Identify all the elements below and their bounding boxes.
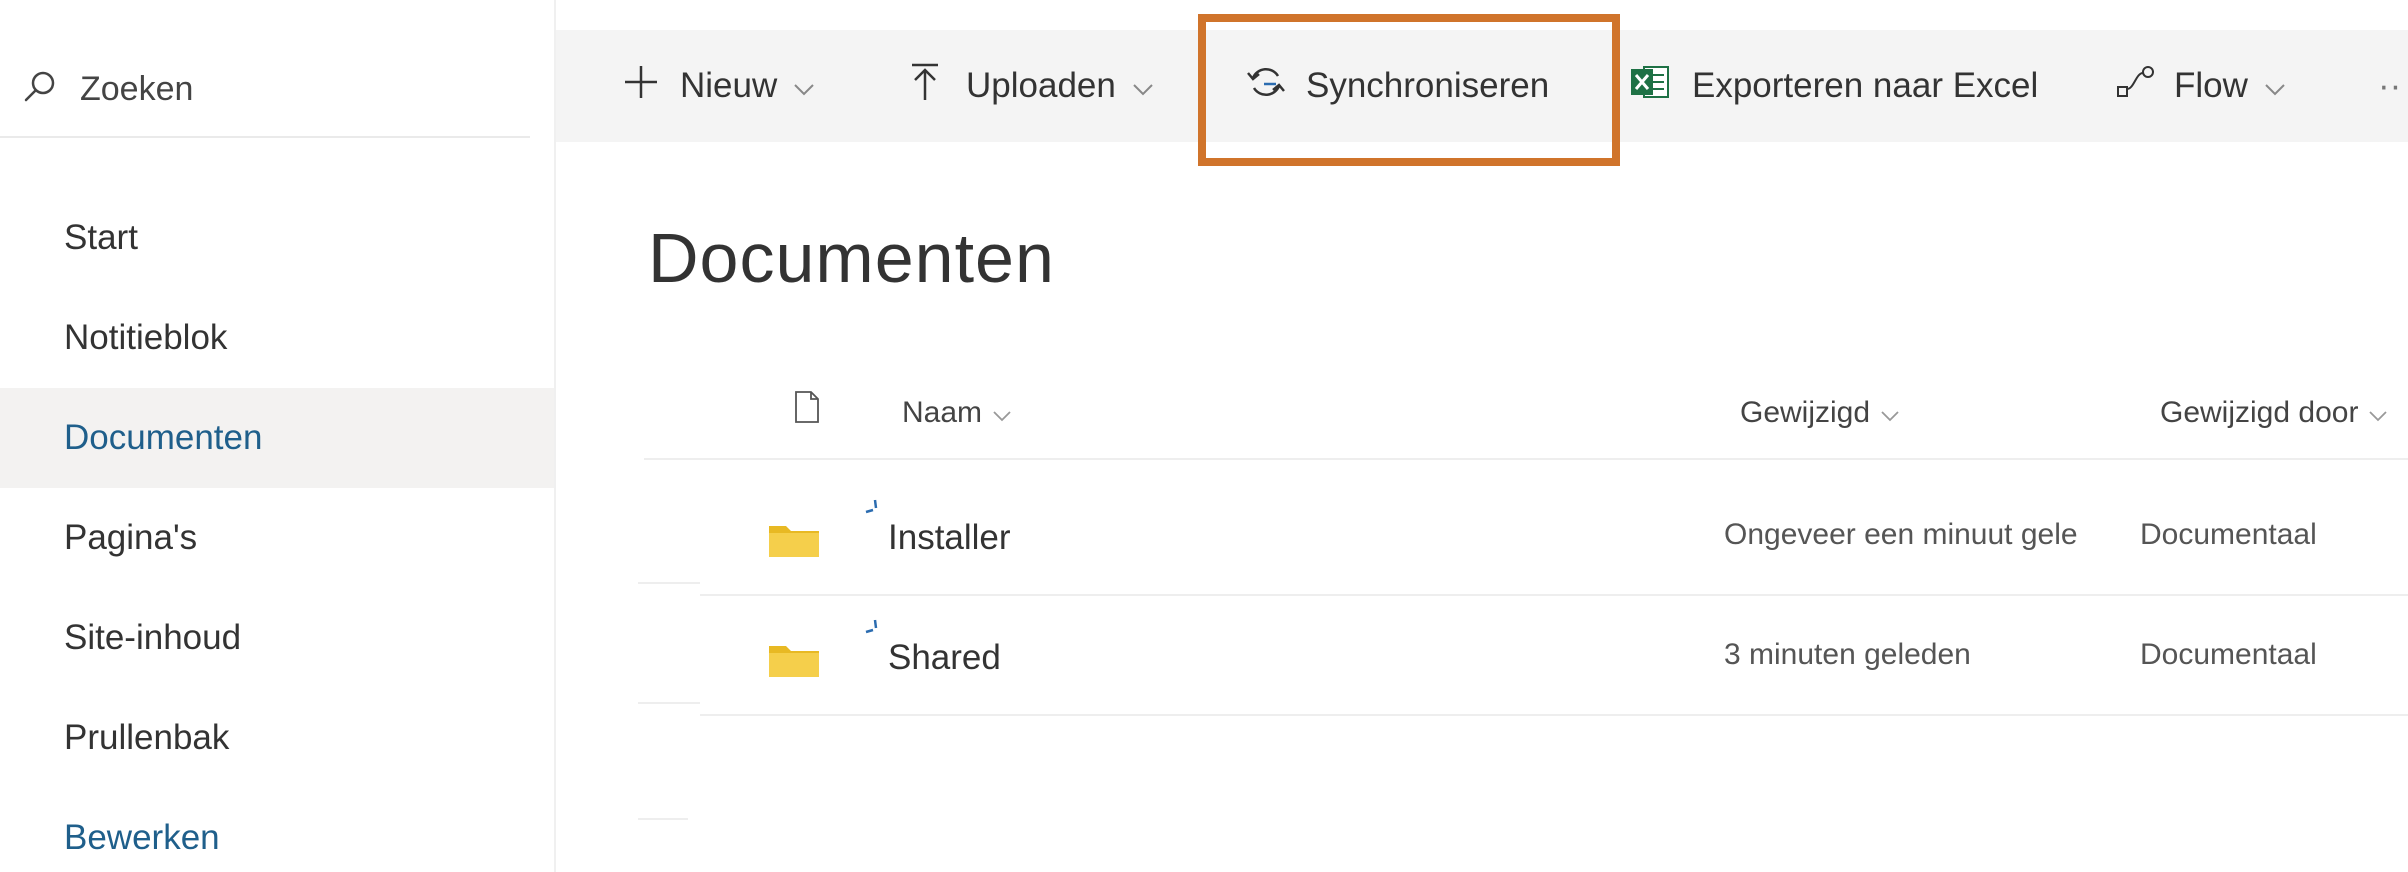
column-modified-by-label: Gewijzigd door bbox=[2160, 396, 2359, 429]
folder-icon bbox=[768, 520, 820, 563]
file-type-icon[interactable] bbox=[794, 390, 820, 424]
table-row[interactable]: Installer Ongeveer een minuut gele Docum… bbox=[700, 478, 2408, 596]
new-button[interactable]: Nieuw bbox=[622, 63, 815, 110]
file-modified: Ongeveer een minuut gele bbox=[1724, 518, 2078, 551]
upload-label: Uploaden bbox=[966, 66, 1116, 105]
chevron-down-icon bbox=[793, 66, 815, 106]
column-modified-by[interactable]: Gewijzigd door bbox=[2160, 396, 2388, 430]
nav-list: Start Notitieblok Documenten Pagina's Si… bbox=[0, 188, 554, 872]
sync-highlight-box bbox=[1198, 14, 1620, 166]
excel-icon bbox=[1630, 63, 1670, 110]
file-modified: 3 minuten geleden bbox=[1724, 638, 1971, 671]
left-navigation: Zoeken Start Notitieblok Documenten Pagi… bbox=[0, 0, 554, 872]
column-modified[interactable]: Gewijzigd bbox=[1740, 396, 1900, 430]
nav-item-start[interactable]: Start bbox=[0, 188, 554, 288]
nav-item-paginas[interactable]: Pagina's bbox=[0, 488, 554, 588]
chevron-down-icon bbox=[1880, 396, 1900, 430]
file-modified-by: Documentaal bbox=[2140, 518, 2317, 551]
column-header-row: Naam Gewijzigd Gewijzigd door bbox=[644, 376, 2408, 460]
chevron-down-icon bbox=[1132, 66, 1154, 106]
nav-item-documenten[interactable]: Documenten bbox=[0, 388, 554, 488]
file-modified-by: Documentaal bbox=[2140, 638, 2317, 671]
chevron-down-icon bbox=[2264, 66, 2286, 106]
nav-item-bewerken[interactable]: Bewerken bbox=[0, 788, 554, 872]
upload-icon bbox=[910, 62, 940, 111]
flow-label: Flow bbox=[2174, 66, 2248, 105]
more-button[interactable]: ·· bbox=[2378, 66, 2401, 106]
flow-icon bbox=[2116, 65, 2156, 108]
nav-item-prullenbak[interactable]: Prullenbak bbox=[0, 688, 554, 788]
page-title: Documenten bbox=[648, 219, 1055, 297]
row-divider-stub bbox=[638, 818, 688, 820]
row-divider-stub bbox=[638, 582, 700, 584]
folder-icon bbox=[768, 640, 820, 683]
file-name[interactable]: Shared bbox=[888, 638, 1001, 678]
sync-status-icon bbox=[864, 618, 886, 645]
search-label: Zoeken bbox=[80, 69, 194, 108]
column-name[interactable]: Naam bbox=[902, 396, 1012, 430]
new-label: Nieuw bbox=[680, 66, 778, 105]
export-excel-button[interactable]: Exporteren naar Excel bbox=[1630, 63, 2038, 110]
file-name[interactable]: Installer bbox=[888, 518, 1011, 558]
table-row[interactable]: Shared 3 minuten geleden Documentaal bbox=[700, 598, 2408, 716]
search-box[interactable]: Zoeken bbox=[0, 42, 530, 138]
chevron-down-icon bbox=[992, 396, 1012, 430]
column-modified-label: Gewijzigd bbox=[1740, 396, 1871, 429]
nav-item-notitieblok[interactable]: Notitieblok bbox=[0, 288, 554, 388]
upload-button[interactable]: Uploaden bbox=[910, 62, 1154, 111]
search-icon bbox=[22, 69, 58, 110]
nav-item-site-inhoud[interactable]: Site-inhoud bbox=[0, 588, 554, 688]
sync-status-icon bbox=[864, 498, 886, 525]
chevron-down-icon bbox=[2368, 396, 2388, 430]
plus-icon bbox=[622, 63, 660, 110]
column-name-label: Naam bbox=[902, 396, 983, 429]
export-label: Exporteren naar Excel bbox=[1692, 66, 2039, 105]
row-divider-stub bbox=[638, 702, 700, 704]
flow-button[interactable]: Flow bbox=[2116, 65, 2286, 108]
